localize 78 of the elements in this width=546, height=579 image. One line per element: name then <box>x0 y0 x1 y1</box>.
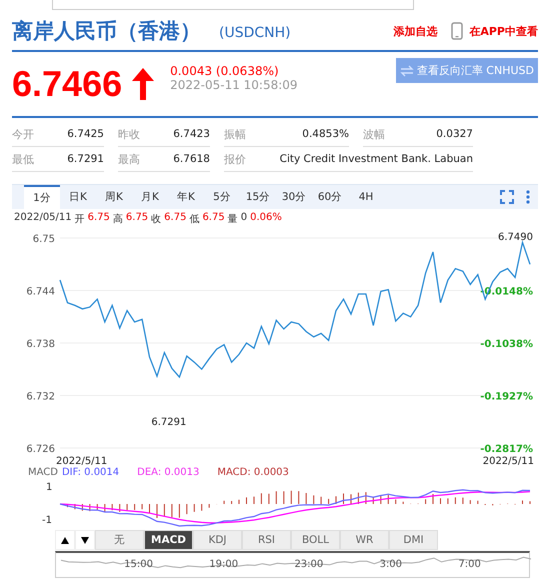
stat-label: 波幅 <box>363 126 385 142</box>
stat-label: 今开 <box>12 126 34 142</box>
period-tab[interactable]: 5分 <box>204 185 240 209</box>
period-tab[interactable]: 日K <box>60 185 96 209</box>
bar-field-label: 开 <box>74 213 85 226</box>
y-axis-label: 6.726 <box>26 444 55 455</box>
period-tab[interactable]: 年K <box>168 185 204 209</box>
y-axis-label: 6.744 <box>26 286 55 298</box>
swap-icon <box>400 64 414 76</box>
macd-value: MACD: 0.0003 <box>217 467 289 478</box>
phone-icon <box>451 22 464 40</box>
period-tab[interactable]: 30分 <box>276 185 312 209</box>
indicator-tab[interactable]: RSI <box>242 530 291 550</box>
quote-time: 2022-05-11 10:58:09 <box>170 78 298 92</box>
start-date: 2022/5/11 <box>56 456 108 467</box>
indicator-name: MACD <box>28 467 58 478</box>
page-title: 离岸人民币（香港） <box>12 18 201 45</box>
period-tab[interactable]: 15分 <box>240 185 276 209</box>
macd-axis-label: 1 <box>46 482 52 493</box>
time-label: 7:00 <box>458 559 481 570</box>
period-tab[interactable]: 1分 <box>24 185 60 209</box>
stat-value: City Credit Investment Bank. Labuan <box>280 153 473 165</box>
dif-value: DIF: 0.0014 <box>62 467 120 478</box>
stat-value: 0.0327 <box>436 128 473 140</box>
low-price-label: 6.7291 <box>151 417 186 428</box>
action-link[interactable]: 在APP中查看 <box>469 24 538 38</box>
more-icon[interactable] <box>526 190 530 204</box>
stat-value: 6.7423 <box>173 128 210 140</box>
bar-field-value: 6.75 <box>164 212 186 225</box>
stat-label: 昨收 <box>118 126 140 142</box>
period-tab[interactable]: 周K <box>96 185 132 209</box>
bar-field-label: 量 <box>228 213 238 226</box>
indicator-tab[interactable]: KDJ <box>193 530 242 550</box>
period-tab[interactable]: 4H <box>348 185 384 209</box>
end-date: 2022/5/11 <box>482 456 534 467</box>
bar-field-value: 6.75 <box>126 212 148 225</box>
bar-field-value: 6.75 <box>88 212 110 225</box>
stat-label: 最低 <box>12 152 34 166</box>
action-link[interactable]: 添加自选 <box>393 24 438 38</box>
stat-label: 振幅 <box>224 126 246 142</box>
range-navigator[interactable]: 15:00 19:00 23:00 3:00 7:00 <box>55 551 530 578</box>
percent-axis-label: -0.2817% <box>480 444 533 455</box>
percent-axis-label: -0.1038% <box>480 339 533 350</box>
y-axis-label: 6.75 <box>32 234 55 245</box>
indicator-tab[interactable]: BOLL <box>291 530 340 550</box>
stat-value: 6.7618 <box>173 153 210 165</box>
indicator-tab[interactable]: 无 <box>95 530 144 550</box>
symbol-code: (USDCNH) <box>219 25 291 41</box>
period-tab[interactable]: 60分 <box>312 185 348 209</box>
dea-value: DEA: 0.0013 <box>137 467 200 478</box>
time-label: 15:00 <box>124 559 153 570</box>
price-change: 0.0043 (0.0638%) <box>170 64 280 78</box>
stat-value: 6.7425 <box>67 128 104 140</box>
period-tab[interactable]: 月K <box>132 185 168 209</box>
stat-label: 报价 <box>224 152 246 166</box>
bar-field-label: 高 <box>112 212 123 226</box>
time-label: 19:00 <box>209 559 238 570</box>
stat-value: 6.7291 <box>67 153 104 165</box>
bar-field-value: 6.75 <box>202 212 225 225</box>
bar-date: 2022/05/11 <box>14 212 72 225</box>
y-axis-label: 6.738 <box>26 339 55 350</box>
time-label: 23:00 <box>294 559 324 570</box>
bar-change: 0.06% <box>250 212 282 225</box>
stat-label: 最高 <box>118 152 140 166</box>
indicator-tab[interactable]: MACD <box>144 530 193 550</box>
time-label: 3:00 <box>380 559 402 570</box>
indicator-tab[interactable]: DMI <box>389 530 438 550</box>
high-price-label: 6.7490 <box>498 232 533 243</box>
stat-value: 0.4853% <box>302 128 349 140</box>
y-axis-label: 6.732 <box>26 392 55 402</box>
bar-field-value: 0 <box>240 212 248 225</box>
percent-axis-label: -0.1927% <box>480 392 533 402</box>
price-value: 6.7466 <box>12 63 122 105</box>
bar-field-label: 收 <box>151 213 162 226</box>
macd-axis-label: -1 <box>42 515 52 526</box>
bar-field-label: 低 <box>189 213 200 226</box>
fullscreen-icon[interactable] <box>500 190 514 204</box>
indicator-tab[interactable]: WR <box>340 530 389 550</box>
